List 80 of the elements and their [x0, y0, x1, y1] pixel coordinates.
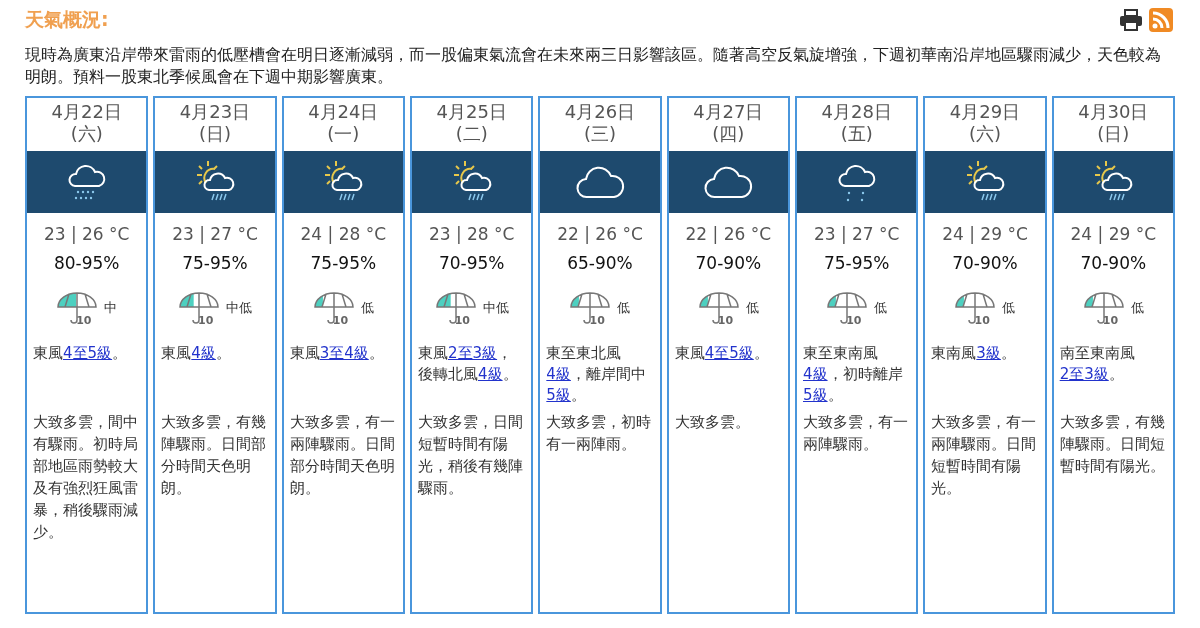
wind-force-link[interactable]: 3級: [976, 344, 1001, 362]
rain-probability-label: 低: [745, 299, 759, 317]
wind-force-link[interactable]: 4級: [478, 365, 503, 383]
rain-probability-label: 低: [1002, 299, 1016, 317]
humidity-range: 75-95%: [822, 253, 891, 273]
wind-force-link[interactable]: 2至3級: [448, 344, 498, 362]
temperature-range: 23 | 27 °C: [812, 224, 901, 244]
humidity-range: 70-90%: [694, 253, 763, 273]
wind-force-link[interactable]: 2至3級: [1059, 365, 1109, 383]
wind-force-link[interactable]: 5級: [546, 386, 571, 404]
wind-forecast: 東風3至4級。: [289, 343, 385, 364]
cloud-icon: [575, 165, 625, 199]
wind-force-link[interactable]: 3至4級: [319, 344, 369, 362]
wind-forecast: 東風4至5級。: [33, 343, 129, 364]
temperature-range: 23 | 26 °C: [42, 224, 131, 244]
weather-description: 大致多雲，初時有一兩陣雨。: [546, 412, 653, 455]
rain-probability-label: 中: [104, 299, 118, 317]
weekday: (二): [454, 123, 489, 145]
temperature-range: 24 | 29 °C: [941, 224, 1029, 244]
forecast-date: 4月29日: [948, 101, 1022, 123]
weather-description: 大致多雲，有幾陣驟雨。日間部分時間天色明朗。: [161, 412, 268, 499]
temperature-range: 23 | 28 °C: [427, 224, 516, 244]
wind-force-link[interactable]: 4級: [546, 365, 571, 383]
weather-description: 大致多雲，間中有驟雨。初時局部地區雨勢較大及有強烈狂風雷暴，稍後驟雨減少。: [33, 412, 139, 543]
weather-description: 大致多雲，日間短暫時間有陽光，稍後有幾陣驟雨。: [418, 412, 524, 499]
temperature-range: 24 | 29 °C: [1069, 224, 1158, 244]
wind-force-link[interactable]: 4至5級: [704, 344, 754, 362]
rain-probability-label: 低: [874, 299, 888, 317]
humidity-range: 70-90%: [951, 253, 1019, 273]
wind-forecast: 南至東南風 2至3級。: [1059, 343, 1136, 385]
rain-probability-label: 低: [360, 299, 374, 317]
forecast-date: 4月24日: [307, 101, 380, 123]
print-icon[interactable]: [1119, 9, 1143, 31]
humidity-range: 75-95%: [181, 253, 249, 273]
forecast-summary: 現時為廣東沿岸帶來雷雨的低壓槽會在明日逐漸減弱，而一股偏東氣流會在未來兩三日影響該區。隨著高空反氣旋增強，下週初華南沿岸地區驟雨減少，天色較為明朗。預料一股東北季候風會在下週中期影響廣東。: [25, 44, 1162, 88]
weekday: (日): [1096, 123, 1131, 145]
wind-forecast: 東至東南風 4級，初時離岸 5級。: [803, 343, 904, 406]
temperature-range: 23 | 27 °C: [171, 224, 259, 244]
forecast-date: 4月22日: [50, 101, 123, 123]
rain-probability-label: 中低: [226, 299, 252, 317]
weather-description: 大致多雲，有一兩陣驟雨。日間短暫時間有陽光。: [931, 412, 1038, 499]
wind-forecast: 東風4級。: [161, 343, 232, 364]
forecast-date: 4月26日: [563, 101, 637, 123]
rain-probability-label: 中低: [482, 299, 509, 317]
wind-force-link[interactable]: 4級: [803, 365, 828, 383]
humidity-range: 70-95%: [437, 253, 506, 273]
forecast-date: 4月27日: [692, 101, 765, 123]
temperature-range: 22 | 26 °C: [684, 224, 773, 244]
wind-force-link[interactable]: 4至5級: [63, 344, 113, 362]
temperature-range: 24 | 28 °C: [299, 224, 388, 244]
wind-forecast: 東至東北風 4級，離岸間中 5級。: [546, 343, 647, 406]
rain-probability-label: 低: [1130, 299, 1144, 317]
weekday: (五): [839, 123, 874, 145]
forecast-date: 4月25日: [435, 101, 508, 123]
humidity-range: 80-95%: [52, 253, 121, 273]
weather-description: 大致多雲，有幾陣驟雨。日間短暫時間有陽光。: [1059, 412, 1166, 477]
humidity-range: 70-90%: [1079, 253, 1148, 273]
forecast-date: 4月30日: [1077, 101, 1150, 123]
wind-forecast: 東風4至5級。: [674, 343, 770, 364]
weather-description: 大致多雲，有一兩陣驟雨。日間部分時間天色明朗。: [289, 412, 396, 499]
weekday: (六): [69, 123, 104, 145]
weekday: (三): [582, 123, 617, 145]
weekday: (四): [711, 123, 746, 145]
forecast-date: 4月23日: [178, 101, 252, 123]
humidity-range: 65-90%: [566, 253, 634, 273]
weekday: (六): [967, 123, 1002, 145]
cloud-icon: [703, 165, 754, 199]
weekday: (一): [326, 123, 361, 145]
weather-description: 大致多雲。: [674, 412, 751, 433]
weather-description: 大致多雲，有一兩陣驟雨。: [803, 412, 909, 455]
wind-force-link[interactable]: 5級: [803, 386, 828, 404]
wind-forecast: 東風2至3級，後轉北風4級。: [418, 343, 519, 385]
section-title: 天氣概況:: [25, 7, 109, 32]
forecast-date: 4月28日: [820, 101, 893, 123]
wind-forecast: 東南風3級。: [931, 343, 1017, 364]
rain-probability-label: 低: [617, 299, 631, 317]
humidity-range: 75-95%: [309, 253, 378, 273]
wind-force-link[interactable]: 4級: [191, 344, 216, 362]
temperature-range: 22 | 26 °C: [556, 224, 644, 244]
weekday: (日): [197, 123, 232, 145]
